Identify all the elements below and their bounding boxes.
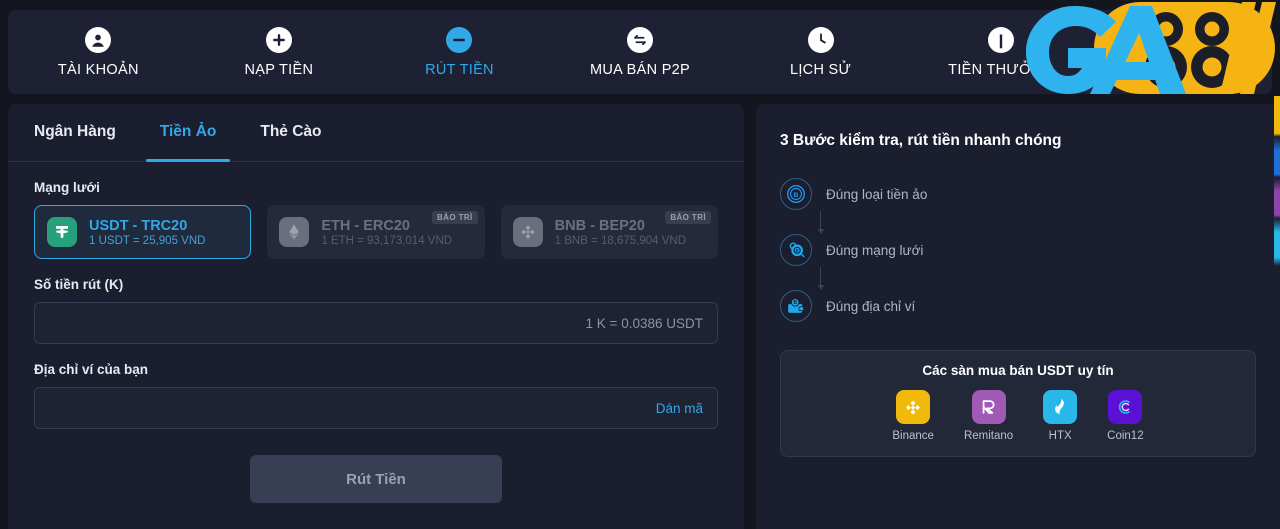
steps-title: 3 Bước kiểm tra, rút tiền nhanh chóng <box>780 132 1062 149</box>
exchange-name: Remitano <box>963 430 1014 442</box>
paste-button[interactable]: Dán mã <box>656 401 703 416</box>
tab-label: Ngân Hàng <box>34 123 116 140</box>
nav-item-mua-ban-p2p[interactable]: MUA BÁN P2P <box>550 10 731 94</box>
step-item-wallet: B Đúng địa chỉ ví <box>780 278 1256 334</box>
ethereum-icon <box>279 217 310 247</box>
network-options: USDT - TRC20 1 USDT = 25,905 VND BẢO TRÌ… <box>34 205 718 259</box>
nav-label: TIỀN THƯỞNG <box>948 61 1055 78</box>
nav-item-rut-tien[interactable]: RÚT TIỀN <box>369 10 550 94</box>
minus-icon <box>446 26 473 53</box>
nav-label: NGÂN HÀNG <box>1136 61 1228 78</box>
nav-label: RÚT TIỀN <box>425 61 494 78</box>
info-panel: 3 Bước kiểm tra, rút tiền nhanh chóng B … <box>756 104 1280 529</box>
steps-list: B Đúng loại tiền ảo B Đúng mạng lưới B Đ… <box>756 150 1280 334</box>
gift-icon <box>988 26 1015 53</box>
coin12-icon <box>1108 390 1143 424</box>
nav-label: NẠP TIỀN <box>244 61 314 78</box>
nav-item-lich-su[interactable]: LỊCH SỬ <box>730 10 911 94</box>
maintenance-badge: BẢO TRÌ <box>431 211 478 224</box>
step-label: Đúng địa chỉ ví <box>826 298 916 314</box>
amount-input-wrapper[interactable]: 1 K = 0.0386 USDT <box>34 302 718 344</box>
network-option-eth-erc20[interactable]: BẢO TRÌ ETH - ERC20 1 ETH = 93,173,014 V… <box>267 205 485 259</box>
nav-item-nap-tien[interactable]: NẠP TIỀN <box>189 10 370 94</box>
tab-ngan-hang[interactable]: Ngân Hàng <box>34 103 138 161</box>
tab-tien-ao[interactable]: Tiền Ảo <box>138 103 239 162</box>
exchange-coin12[interactable]: Coin12 <box>1107 390 1144 442</box>
account-icon <box>85 26 112 53</box>
nav-label: TÀI KHOẢN <box>57 61 139 78</box>
exchanges-row: Binance Remitano HTX Coin12 <box>795 390 1241 442</box>
wallet-label: Địa chỉ ví của bạn <box>34 362 149 377</box>
network-text: USDT - TRC20 1 USDT = 25,905 VND <box>89 218 205 247</box>
tab-label: Tiền Ảo <box>159 123 217 140</box>
coins-network-icon: B <box>780 234 812 266</box>
htx-icon <box>1043 390 1078 424</box>
tab-the-cao[interactable]: Thẻ Cào <box>238 103 343 161</box>
exchange-htx[interactable]: HTX <box>1043 390 1078 442</box>
exchange-name: HTX <box>1048 430 1072 442</box>
amount-conversion-hint: 1 K = 0.0386 USDT <box>585 315 703 331</box>
wallet-input-wrapper[interactable]: Dán mã <box>34 387 718 429</box>
nav-item-tai-khoan[interactable]: TÀI KHOẢN <box>8 10 189 94</box>
step-item-currency: B Đúng loại tiền ảo <box>780 166 1256 234</box>
step-label: Đúng loại tiền ảo <box>826 186 928 202</box>
network-rate: 1 USDT = 25,905 VND <box>89 234 206 247</box>
nav-label: MUA BÁN P2P <box>590 61 691 78</box>
exchange-name: Coin12 <box>1107 430 1144 442</box>
nav-label: LỊCH SỬ <box>789 61 852 78</box>
network-label: Mạng lưới <box>34 180 100 195</box>
network-rate: 1 ETH = 93,173,014 VND <box>321 234 453 247</box>
page-body: Ngân Hàng Tiền Ảo Thẻ Cào Mạng lưới USDT… <box>0 104 1280 529</box>
exchanges-box: Các sàn mua bán USDT uy tín Binance Remi… <box>780 350 1256 457</box>
main-navigation: TÀI KHOẢN NẠP TIỀN RÚT TIỀN MUA BÁN P2P <box>8 10 1272 94</box>
withdraw-submit-button[interactable]: Rút Tiền <box>250 455 502 503</box>
step-item-network: B Đúng mạng lưới <box>780 222 1256 290</box>
page-root: TÀI KHOẢN NẠP TIỀN RÚT TIỀN MUA BÁN P2P <box>0 0 1280 529</box>
amount-label: Số tiền rút (K) <box>34 277 124 292</box>
plus-icon <box>265 26 292 53</box>
form-section: Mạng lưới USDT - TRC20 1 USDT = 25,905 V… <box>8 180 744 503</box>
clock-icon <box>807 26 834 53</box>
withdraw-form-panel: Ngân Hàng Tiền Ảo Thẻ Cào Mạng lưới USDT… <box>8 104 744 529</box>
bitcoin-coin-icon: B <box>780 178 812 210</box>
tab-label: Thẻ Cào <box>260 123 322 140</box>
offscreen-color-strip <box>1274 96 1280 266</box>
nav-item-tien-thuong[interactable]: TIỀN THƯỞNG <box>911 10 1092 94</box>
svg-text:B: B <box>794 192 799 199</box>
nav-item-ngan-hang[interactable]: NGÂN HÀNG <box>1091 10 1272 94</box>
bank-icon <box>1168 26 1195 53</box>
usdt-icon <box>47 217 77 247</box>
network-name: USDT - TRC20 <box>89 217 188 234</box>
exchange-icon <box>627 26 654 53</box>
exchanges-title: Các sàn mua bán USDT uy tín <box>922 363 1114 378</box>
binance-icon <box>896 390 931 424</box>
network-option-usdt-trc20[interactable]: USDT - TRC20 1 USDT = 25,905 VND <box>34 205 252 259</box>
svg-text:B: B <box>796 248 799 253</box>
method-tabs: Ngân Hàng Tiền Ảo Thẻ Cào <box>8 104 744 162</box>
svg-text:B: B <box>793 300 797 306</box>
wallet-coin-icon: B <box>780 290 812 322</box>
exchange-name: Binance <box>892 430 934 442</box>
maintenance-badge: BẢO TRÌ <box>665 211 711 224</box>
remitano-icon <box>971 390 1006 424</box>
network-option-bnb-bep20[interactable]: BẢO TRÌ BNB - BEP20 1 BNB = 18,675,904 V… <box>500 205 718 259</box>
binance-coin-icon <box>512 217 543 247</box>
network-rate: 1 BNB = 18,675,904 VND <box>554 234 687 247</box>
step-label: Đúng mạng lưới <box>826 242 924 258</box>
submit-row: Rút Tiền <box>34 455 718 503</box>
exchange-remitano[interactable]: Remitano <box>964 390 1013 442</box>
exchange-binance[interactable]: Binance <box>892 390 934 442</box>
